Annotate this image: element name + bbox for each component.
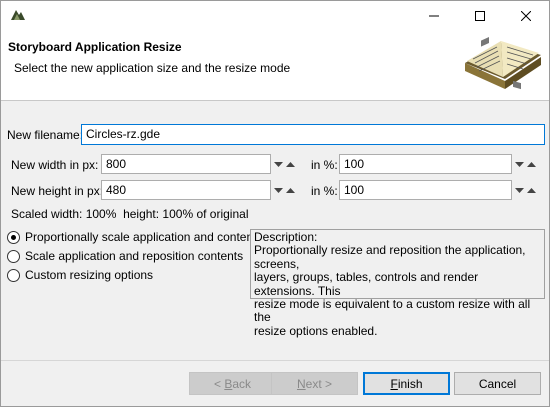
radio-button[interactable]	[7, 230, 20, 244]
mode-option-label: Proportionally scale application and con…	[25, 230, 263, 244]
description-line: resize options enabled.	[254, 323, 378, 338]
back-label: ack	[232, 376, 252, 391]
height-percent-spinner[interactable]	[514, 180, 538, 200]
height-input[interactable]: 480	[101, 180, 271, 200]
mode-option-label: Custom resizing options	[25, 268, 154, 282]
spinner-arrows-icon	[515, 188, 536, 193]
description-heading: Description:	[254, 230, 318, 244]
height-percent-input[interactable]: 100	[339, 180, 512, 200]
filename-label: New filename:	[7, 128, 84, 142]
filename-input[interactable]: Circles-rz.gde	[81, 124, 545, 145]
finish-label: inish	[397, 376, 423, 391]
description-line: resize mode is equivalent to a custom re…	[254, 297, 531, 325]
footer-separator	[1, 360, 549, 361]
width-percent-spinner[interactable]	[514, 154, 538, 174]
cancel-label: Cancel	[478, 376, 517, 391]
height-percent-label: in %:	[311, 184, 338, 198]
description-line: layers, groups, tables, controls and ren…	[254, 270, 479, 298]
radio-button[interactable]	[7, 249, 20, 263]
width-input[interactable]: 800	[101, 154, 271, 174]
page-subtitle: Select the new application size and the …	[14, 61, 291, 75]
finish-button[interactable]: Finish	[363, 372, 450, 395]
radio-button[interactable]	[7, 268, 20, 282]
maximize-icon	[475, 11, 485, 21]
mode-option-proportional[interactable]: Proportionally scale application and con…	[7, 230, 262, 244]
next-button[interactable]: Next >	[271, 372, 358, 395]
back-mnemonic: B	[224, 376, 233, 391]
width-percent-input[interactable]: 100	[339, 154, 512, 174]
page-title: Storyboard Application Resize	[8, 40, 182, 54]
next-label: ext >	[305, 376, 333, 391]
width-spinner[interactable]	[273, 154, 297, 174]
resize-dialog: Storyboard Application Resize Select the…	[0, 0, 550, 407]
finish-mnemonic: F	[390, 376, 398, 391]
width-percent-label: in %:	[311, 158, 338, 172]
mode-option-scale-reposition[interactable]: Scale application and reposition content…	[7, 249, 243, 263]
description-box: Description: Proportionally resize and r…	[250, 229, 545, 338]
width-label: New width in px:	[11, 158, 99, 172]
back-arrow-text: <	[213, 376, 225, 391]
mode-option-label: Scale application and reposition content…	[25, 249, 244, 263]
scaled-size-text: Scaled width: 100% height: 100% of origi…	[11, 207, 249, 221]
back-button[interactable]: < Back	[189, 372, 276, 395]
storyboard-app-icon	[11, 10, 25, 20]
close-button[interactable]	[503, 1, 549, 31]
close-icon	[521, 11, 531, 21]
maximize-button[interactable]	[457, 1, 503, 31]
wizard-header: Storyboard Application Resize Select the…	[1, 31, 549, 101]
next-mnemonic: N	[296, 376, 306, 391]
minimize-button[interactable]	[411, 1, 457, 31]
spinner-arrows-icon	[515, 162, 536, 167]
height-spinner[interactable]	[273, 180, 297, 200]
mode-option-custom[interactable]: Custom resizing options	[7, 268, 153, 282]
spinner-arrows-icon	[274, 188, 295, 193]
spinner-arrows-icon	[274, 162, 295, 167]
height-label: New height in px:	[11, 184, 104, 198]
cancel-button[interactable]: Cancel	[454, 372, 541, 395]
open-book-icon	[465, 36, 541, 90]
minimize-icon	[429, 15, 439, 17]
description-line: Proportionally resize and reposition the…	[254, 243, 526, 271]
title-bar[interactable]	[1, 1, 549, 31]
